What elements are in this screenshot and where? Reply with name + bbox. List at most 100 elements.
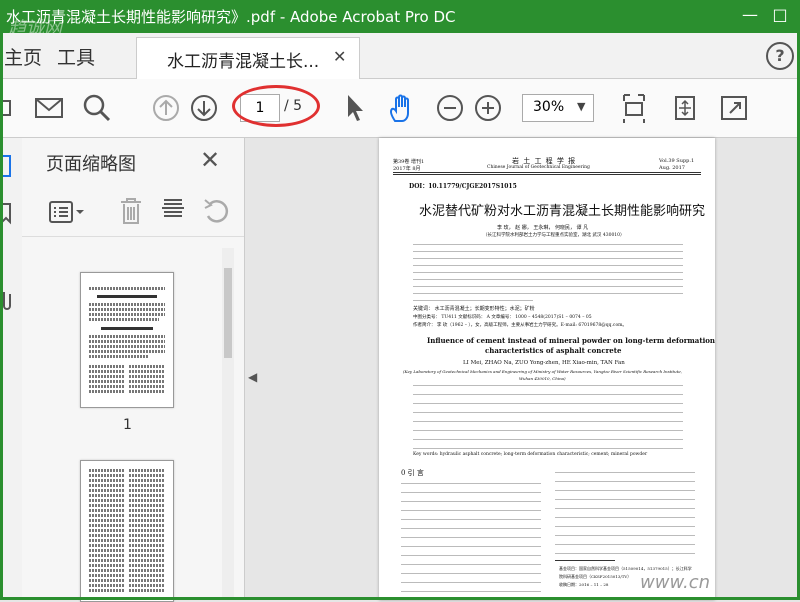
paper-title-cn: 水泥替代矿粉对水工沥青混凝土长期性能影响研究 xyxy=(419,204,706,219)
section-heading: 0 引 言 xyxy=(401,469,424,477)
menu-bar: 主页 工具 水工沥青混凝土长... ✕ ? xyxy=(0,33,800,79)
abstract-line xyxy=(413,279,683,280)
abstract-en-line xyxy=(413,421,683,422)
page-thumbnails-icon[interactable] xyxy=(0,154,14,178)
chevron-down-icon: ▼ xyxy=(577,100,586,113)
abstract-en-line xyxy=(413,430,683,431)
affiliation-en-line2: Wuhan 430010, China) xyxy=(519,376,566,381)
email-icon[interactable] xyxy=(34,93,64,123)
collapse-panel-icon[interactable]: ◀ xyxy=(248,370,257,384)
body-line-right xyxy=(555,517,695,518)
page-thumbnail-2[interactable] xyxy=(80,460,174,602)
header-rule xyxy=(393,172,701,173)
body-line-left xyxy=(401,510,541,511)
panel-title: 页面缩略图 xyxy=(46,154,136,175)
body-line-left xyxy=(401,492,541,493)
abstract-line xyxy=(413,300,533,301)
doi: DOI：10.11779/CJGE2017S1015 xyxy=(409,183,517,190)
body-line-left xyxy=(401,483,541,484)
toolbar: 1 / 5 30% ▼ xyxy=(0,79,800,138)
document-tab-label: 水工沥青混凝土长... xyxy=(167,52,320,72)
close-tab-icon[interactable]: ✕ xyxy=(333,47,346,66)
header-volume: 第39卷 增刊1 xyxy=(393,159,425,165)
body-line-right xyxy=(555,499,695,500)
attachments-icon[interactable] xyxy=(0,288,14,312)
bookmarks-icon[interactable] xyxy=(0,202,14,226)
affiliation-en-line1: (Key Laboratory of Geotechnical Mechanic… xyxy=(403,369,682,374)
trash-icon[interactable] xyxy=(118,196,144,226)
extract-pages-icon[interactable] xyxy=(160,196,186,226)
thumbnail-panel: 页面缩略图 ✕ 1 xyxy=(22,138,245,602)
thumbnail-scrollbar[interactable] xyxy=(222,248,234,598)
body-line-left xyxy=(401,555,541,556)
abstract-line xyxy=(413,258,683,259)
title-bar: 水工沥青混凝土长期性能影响研究》.pdf - Adobe Acrobat Pro… xyxy=(0,0,800,39)
body-line-left xyxy=(401,537,541,538)
previous-page-icon[interactable] xyxy=(152,93,180,123)
zoom-value: 30% xyxy=(533,99,565,115)
abstract-line xyxy=(413,265,683,266)
options-menu-icon[interactable] xyxy=(48,198,88,226)
fit-width-icon[interactable] xyxy=(670,93,700,123)
hand-tool-icon[interactable] xyxy=(386,93,416,123)
header-rule-2 xyxy=(393,174,701,175)
next-page-icon[interactable] xyxy=(190,93,218,123)
zoom-in-icon[interactable] xyxy=(474,93,502,123)
abstract-line xyxy=(413,286,683,287)
navigation-strip xyxy=(0,138,23,600)
body-line-right xyxy=(555,544,695,545)
thumbnail-page-number: 1 xyxy=(123,417,132,433)
minimize-button[interactable]: — xyxy=(735,0,765,33)
thumbnail-tools xyxy=(22,186,244,237)
body-line-left xyxy=(401,582,541,583)
search-icon[interactable] xyxy=(82,93,112,123)
body-line-left xyxy=(401,591,541,592)
body-line-right xyxy=(555,490,695,491)
print-icon[interactable] xyxy=(0,93,14,123)
footnote-received: 收稿日期：2016 – 11 – 28 xyxy=(559,582,609,587)
close-panel-icon[interactable]: ✕ xyxy=(200,146,220,174)
abstract-line xyxy=(413,272,683,273)
close-window-button[interactable]: × xyxy=(795,0,800,33)
zoom-out-icon[interactable] xyxy=(436,93,464,123)
abstract-line xyxy=(413,251,683,252)
body-line-left xyxy=(401,573,541,574)
scrollbar-thumb[interactable] xyxy=(224,268,232,358)
paper-title-en-line1: Influence of cement instead of mineral p… xyxy=(427,336,715,345)
tab-tools[interactable]: 工具 xyxy=(57,43,95,70)
authors-cn: 李 玫， 赵 娜， 王永琳， 何晓民， 谭 凡 xyxy=(497,225,589,231)
footnote-fund-2: 院科研基金项目（CKSF2015013/TV） xyxy=(559,574,632,579)
maximize-button[interactable]: □ xyxy=(765,0,795,33)
abstract-en-line xyxy=(413,439,683,440)
body-line-left xyxy=(401,501,541,502)
abstract-line xyxy=(413,293,683,294)
body-line-right xyxy=(555,535,695,536)
classification-cn: 中图分类号： TU411 文献标识码： A 文章编号： 1000 – 4548(… xyxy=(413,315,592,320)
select-cursor-icon[interactable] xyxy=(344,93,364,123)
paper-title-en-line2: characteristics of asphalt concrete xyxy=(485,346,622,355)
footnote-rule xyxy=(555,560,615,561)
author-note-cn: 作者简介： 李 玫（1962 – ），女，高级工程师，主要从事岩土力学研究。E-… xyxy=(413,323,627,328)
header-date: 2017年 8月 xyxy=(393,166,421,172)
body-line-left xyxy=(401,519,541,520)
fit-page-icon[interactable] xyxy=(620,93,648,123)
document-view[interactable]: 第39卷 增刊1 2017年 8月 岩 土 工 程 学 报 Chinese Jo… xyxy=(262,138,800,600)
body-line-right xyxy=(555,526,695,527)
zoom-select[interactable]: 30% ▼ xyxy=(522,94,594,122)
highlight-ellipse xyxy=(232,85,320,127)
rotate-icon[interactable] xyxy=(202,196,230,226)
help-icon[interactable]: ? xyxy=(766,42,794,70)
abstract-en-line xyxy=(413,412,683,413)
pdf-page: 第39卷 增刊1 2017年 8月 岩 土 工 程 学 报 Chinese Jo… xyxy=(379,138,715,600)
body-line-right xyxy=(555,508,695,509)
abstract-en-line xyxy=(413,448,683,449)
body-line-right xyxy=(555,553,695,554)
document-tab[interactable]: 水工沥青混凝土长... ✕ xyxy=(136,37,360,79)
body-line-left xyxy=(401,528,541,529)
tab-home[interactable]: 主页 xyxy=(4,43,42,70)
page-thumbnail-1[interactable] xyxy=(80,272,174,408)
full-screen-icon[interactable] xyxy=(720,93,748,123)
journal-name-en: Chinese Journal of Geotechnical Engineer… xyxy=(487,165,590,170)
abstract-en-line xyxy=(413,385,683,386)
abstract-en-line xyxy=(413,403,683,404)
